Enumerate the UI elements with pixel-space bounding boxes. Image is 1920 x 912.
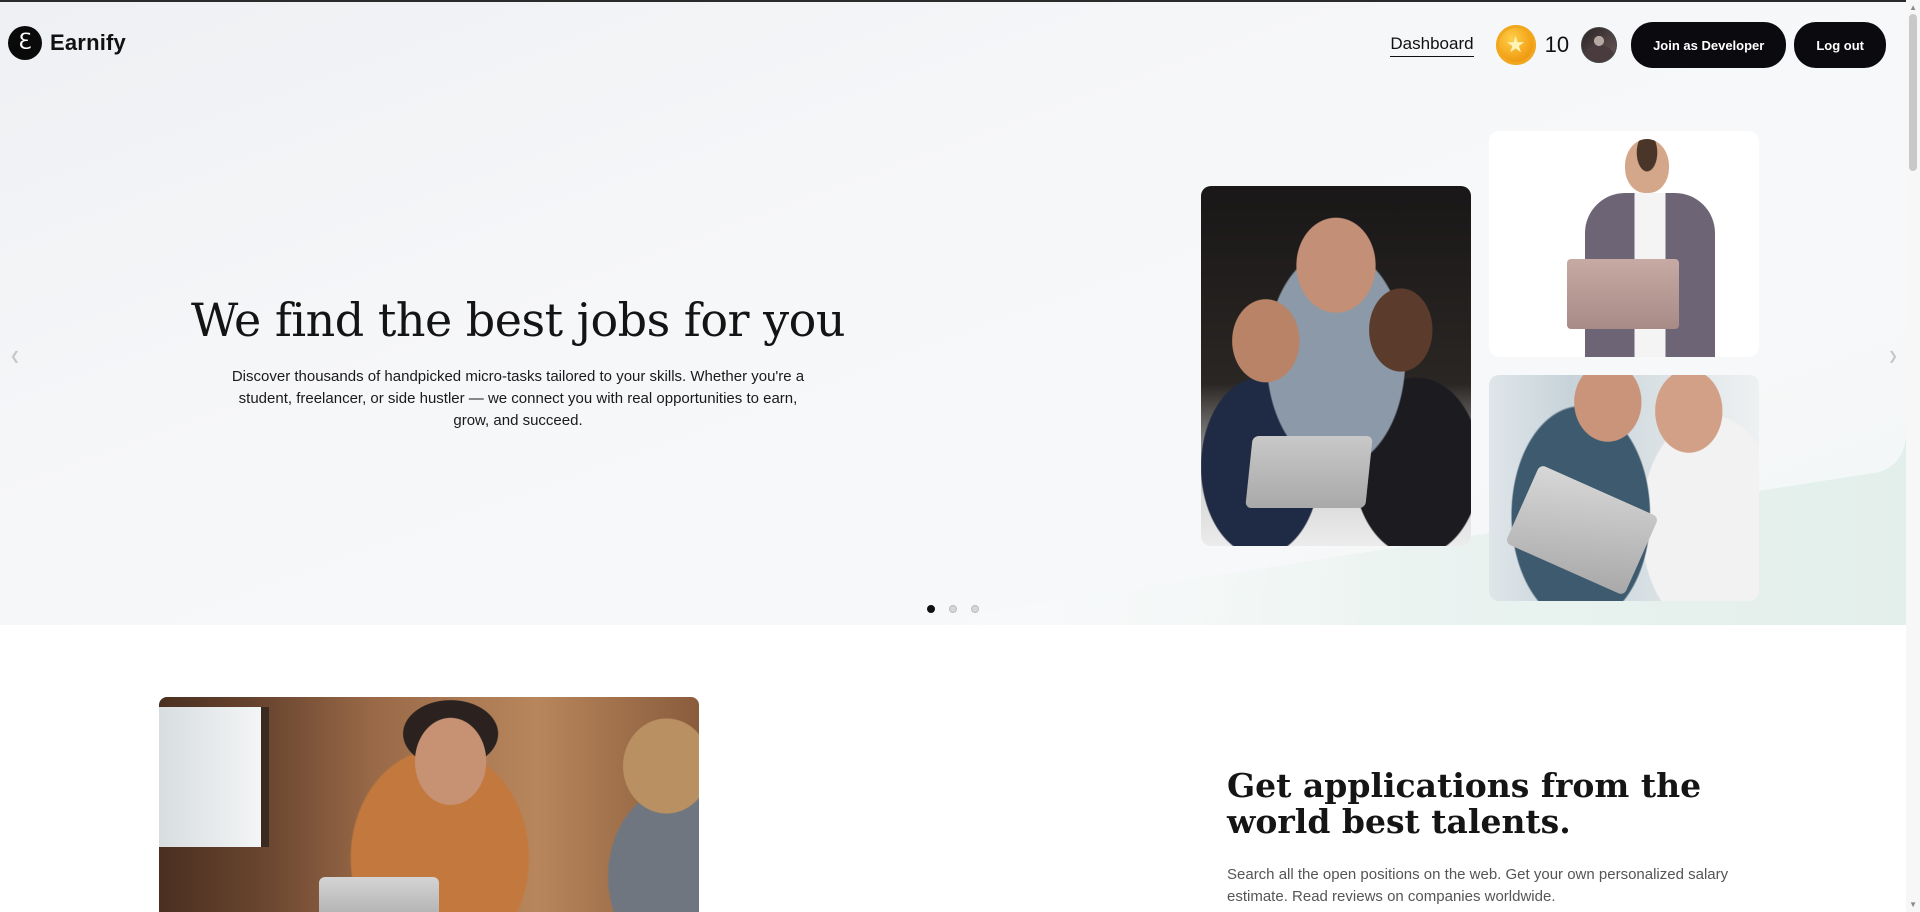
user-avatar[interactable] [1581,27,1618,63]
dashboard-link[interactable]: Dashboard [1390,34,1474,57]
hero-subtitle: Discover thousands of handpicked micro-t… [231,368,805,429]
talent-section-text: Search all the open positions on the web… [1227,866,1729,905]
hero-section: We find the best jobs for you Discover t… [0,2,1906,625]
carousel-dot-2[interactable] [949,605,957,613]
laptop-graphic [319,877,439,912]
carousel-prev-arrow-icon[interactable]: ❮ [10,349,20,363]
hero-image-team-meeting [1201,186,1471,546]
carousel-dot-1[interactable] [927,605,935,613]
nav-actions: Dashboard ★ 10 Join as Developer Log out [1390,22,1906,68]
top-navigation: ℇ Earnify Dashboard ★ 10 Join as Develop… [0,2,1906,84]
carousel-dot-3[interactable] [971,605,979,613]
talent-section-image [159,697,699,912]
talent-section-title: Get applications from the world best tal… [1227,766,1702,841]
carousel-pagination [927,605,979,613]
hero-image-businessman-laptop [1489,131,1759,357]
join-as-developer-button[interactable]: Join as Developer [1631,22,1787,68]
logout-button[interactable]: Log out [1794,22,1886,68]
logo-mark-icon: ℇ [8,26,42,60]
laptop-graphic [1505,464,1659,596]
carousel-next-arrow-icon[interactable]: ❯ [1888,349,1898,363]
laptop-graphic [1245,436,1373,508]
brand-name: Earnify [50,30,126,55]
hero-title: We find the best jobs for you [191,293,845,347]
coin-balance: 10 [1544,32,1570,57]
scroll-up-arrow-icon[interactable]: ▲ [1909,3,1917,12]
page-scrollbar[interactable]: ▲ ▼ [1906,0,1920,912]
window-graphic [159,707,269,847]
brand-logo[interactable]: ℇ Earnify [8,26,126,60]
hero-image-two-colleagues [1489,375,1759,601]
laptop-graphic [1567,259,1679,329]
scroll-down-arrow-icon[interactable]: ▼ [1909,900,1917,909]
person-head-graphic [1625,139,1669,193]
scrollbar-thumb[interactable] [1909,14,1917,171]
star-coin-icon: ★ [1495,25,1536,65]
